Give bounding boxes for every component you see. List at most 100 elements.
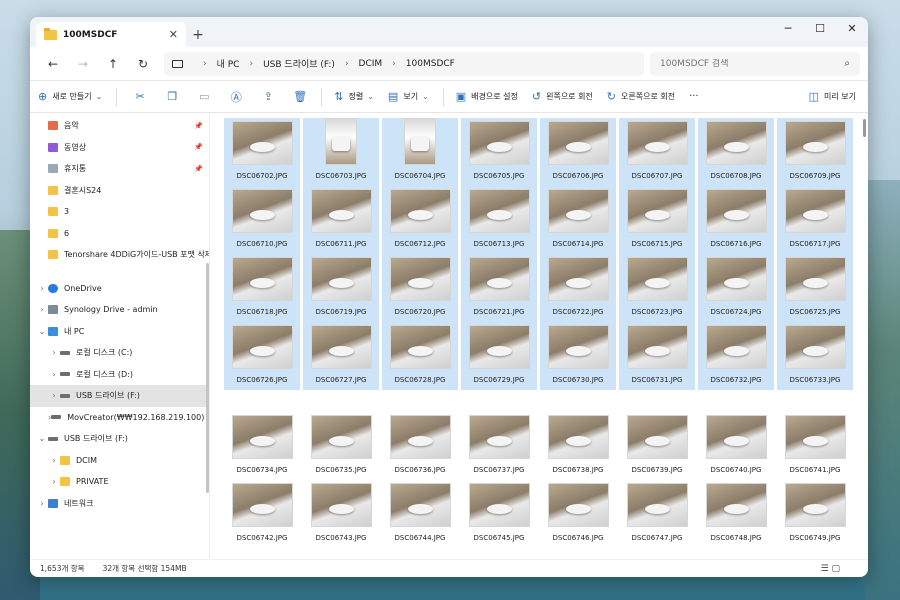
delete-button[interactable]: 🗑: [289, 90, 311, 103]
close-window-button[interactable]: ✕: [836, 17, 868, 39]
file-item[interactable]: DSC06741.JPG: [777, 412, 853, 480]
file-item[interactable]: DSC06706.JPG: [540, 118, 616, 186]
share-button[interactable]: ⇪: [257, 90, 279, 103]
new-button[interactable]: ⊕ 새로 만들기 ⌄: [38, 90, 102, 103]
breadcrumb-usb[interactable]: USB 드라이브 (F:): [263, 57, 335, 70]
sidebar-item[interactable]: ⌄ 내 PC: [30, 321, 209, 343]
sidebar-item[interactable]: 3: [30, 201, 209, 223]
file-item[interactable]: DSC06703.JPG: [303, 118, 379, 186]
chevron-icon[interactable]: ⌄: [36, 327, 48, 336]
file-item[interactable]: DSC06712.JPG: [382, 186, 458, 254]
sidebar-item[interactable]: 6: [30, 223, 209, 245]
sidebar-item[interactable]: › 로컬 디스크 (D:): [30, 364, 209, 386]
file-item[interactable]: DSC06746.JPG: [540, 480, 616, 548]
chevron-icon[interactable]: ›: [48, 477, 60, 486]
chevron-icon[interactable]: ›: [48, 456, 60, 465]
file-item[interactable]: DSC06721.JPG: [461, 254, 537, 322]
file-item[interactable]: DSC06745.JPG: [461, 480, 537, 548]
breadcrumb-pc[interactable]: 내 PC: [217, 57, 240, 70]
back-button[interactable]: ←: [38, 57, 68, 71]
file-item[interactable]: DSC06719.JPG: [303, 254, 379, 322]
file-item[interactable]: DSC06724.JPG: [698, 254, 774, 322]
file-item[interactable]: DSC06734.JPG: [224, 412, 300, 480]
file-list-scrollbar[interactable]: [863, 119, 866, 137]
file-item[interactable]: DSC06709.JPG: [777, 118, 853, 186]
paste-button[interactable]: ▭: [193, 90, 215, 103]
sidebar-item[interactable]: 음악 📌: [30, 115, 209, 137]
file-item[interactable]: DSC06702.JPG: [224, 118, 300, 186]
rename-button[interactable]: Ⓐ: [225, 89, 247, 105]
set-background-button[interactable]: ▣ 배경으로 설정: [456, 90, 518, 103]
sidebar-item[interactable]: › Synology Drive - admin: [30, 299, 209, 321]
sidebar-item[interactable]: › USB 드라이브 (F:): [30, 385, 209, 407]
tab-100msdcf[interactable]: 100MSDCF ✕: [36, 22, 186, 47]
sidebar-item[interactable]: 동영상 📌: [30, 137, 209, 159]
sidebar-item[interactable]: › PRIVATE: [30, 471, 209, 493]
sidebar-item[interactable]: › MovCreator(₩₩192.168.219.100) (Z:): [30, 407, 209, 429]
file-item[interactable]: DSC06739.JPG: [619, 412, 695, 480]
sort-button[interactable]: ⇅ 정렬 ⌄: [334, 90, 374, 103]
refresh-button[interactable]: ↻: [128, 57, 158, 71]
file-item[interactable]: DSC06727.JPG: [303, 322, 379, 390]
chevron-icon[interactable]: ›: [48, 391, 60, 400]
tab-close-icon[interactable]: ✕: [169, 28, 178, 41]
file-item[interactable]: DSC06731.JPG: [619, 322, 695, 390]
copy-button[interactable]: ❐: [161, 90, 183, 103]
file-item[interactable]: DSC06749.JPG: [777, 480, 853, 548]
sidebar-item[interactable]: ⌄ USB 드라이브 (F:): [30, 428, 209, 450]
file-item[interactable]: DSC06707.JPG: [619, 118, 695, 186]
search-input[interactable]: [660, 58, 845, 69]
file-item[interactable]: DSC06730.JPG: [540, 322, 616, 390]
chevron-icon[interactable]: ›: [48, 370, 60, 379]
file-item[interactable]: DSC06708.JPG: [698, 118, 774, 186]
file-item[interactable]: DSC06733.JPG: [777, 322, 853, 390]
sidebar-item[interactable]: 결혼시S24: [30, 180, 209, 202]
file-item[interactable]: DSC06742.JPG: [224, 480, 300, 548]
up-button[interactable]: ↑: [98, 57, 128, 71]
file-item[interactable]: DSC06743.JPG: [303, 480, 379, 548]
view-button[interactable]: ▤ 보기 ⌄: [388, 90, 429, 103]
file-item[interactable]: DSC06740.JPG: [698, 412, 774, 480]
cut-button[interactable]: ✂: [129, 90, 151, 103]
file-item[interactable]: DSC06737.JPG: [461, 412, 537, 480]
file-item[interactable]: DSC06735.JPG: [303, 412, 379, 480]
forward-button[interactable]: →: [68, 57, 98, 71]
sidebar-item[interactable]: › OneDrive: [30, 278, 209, 300]
file-item[interactable]: DSC06713.JPG: [461, 186, 537, 254]
preview-pane-button[interactable]: ◫ 미리 보기: [809, 90, 856, 103]
file-item[interactable]: DSC06744.JPG: [382, 480, 458, 548]
sidebar-item[interactable]: 휴지통 📌: [30, 158, 209, 180]
file-item[interactable]: DSC06736.JPG: [382, 412, 458, 480]
breadcrumb-dcim[interactable]: DCIM: [359, 59, 383, 69]
file-item[interactable]: DSC06716.JPG: [698, 186, 774, 254]
file-item[interactable]: DSC06747.JPG: [619, 480, 695, 548]
nav-scrollbar[interactable]: [206, 263, 209, 493]
file-item[interactable]: DSC06722.JPG: [540, 254, 616, 322]
file-item[interactable]: DSC06728.JPG: [382, 322, 458, 390]
file-item[interactable]: DSC06704.JPG: [382, 118, 458, 186]
breadcrumb[interactable]: › 내 PC › USB 드라이브 (F:) › DCIM › 100MSDCF: [164, 51, 644, 76]
new-tab-button[interactable]: +: [186, 22, 210, 47]
file-item[interactable]: DSC06748.JPG: [698, 480, 774, 548]
rotate-right-button[interactable]: ↻ 오른쪽으로 회전: [607, 90, 675, 103]
file-item[interactable]: DSC06705.JPG: [461, 118, 537, 186]
file-item[interactable]: DSC06738.JPG: [540, 412, 616, 480]
file-item[interactable]: DSC06714.JPG: [540, 186, 616, 254]
file-item[interactable]: DSC06717.JPG: [777, 186, 853, 254]
file-item[interactable]: DSC06718.JPG: [224, 254, 300, 322]
rotate-left-button[interactable]: ↺ 왼쪽으로 회전: [532, 90, 593, 103]
file-item[interactable]: DSC06732.JPG: [698, 322, 774, 390]
file-item[interactable]: DSC06720.JPG: [382, 254, 458, 322]
sidebar-item[interactable]: › 로컬 디스크 (C:): [30, 342, 209, 364]
chevron-icon[interactable]: ›: [36, 499, 48, 508]
chevron-icon[interactable]: ›: [36, 284, 48, 293]
minimize-button[interactable]: ─: [772, 17, 804, 39]
sidebar-item[interactable]: › DCIM: [30, 450, 209, 472]
file-item[interactable]: DSC06725.JPG: [777, 254, 853, 322]
sidebar-item[interactable]: Tenorshare 4DDiG가이드-USB 포맷 삭제된: [30, 244, 209, 266]
file-item[interactable]: DSC06715.JPG: [619, 186, 695, 254]
file-item[interactable]: DSC06723.JPG: [619, 254, 695, 322]
file-item[interactable]: DSC06729.JPG: [461, 322, 537, 390]
chevron-icon[interactable]: ›: [36, 305, 48, 314]
chevron-icon[interactable]: ⌄: [36, 434, 48, 443]
